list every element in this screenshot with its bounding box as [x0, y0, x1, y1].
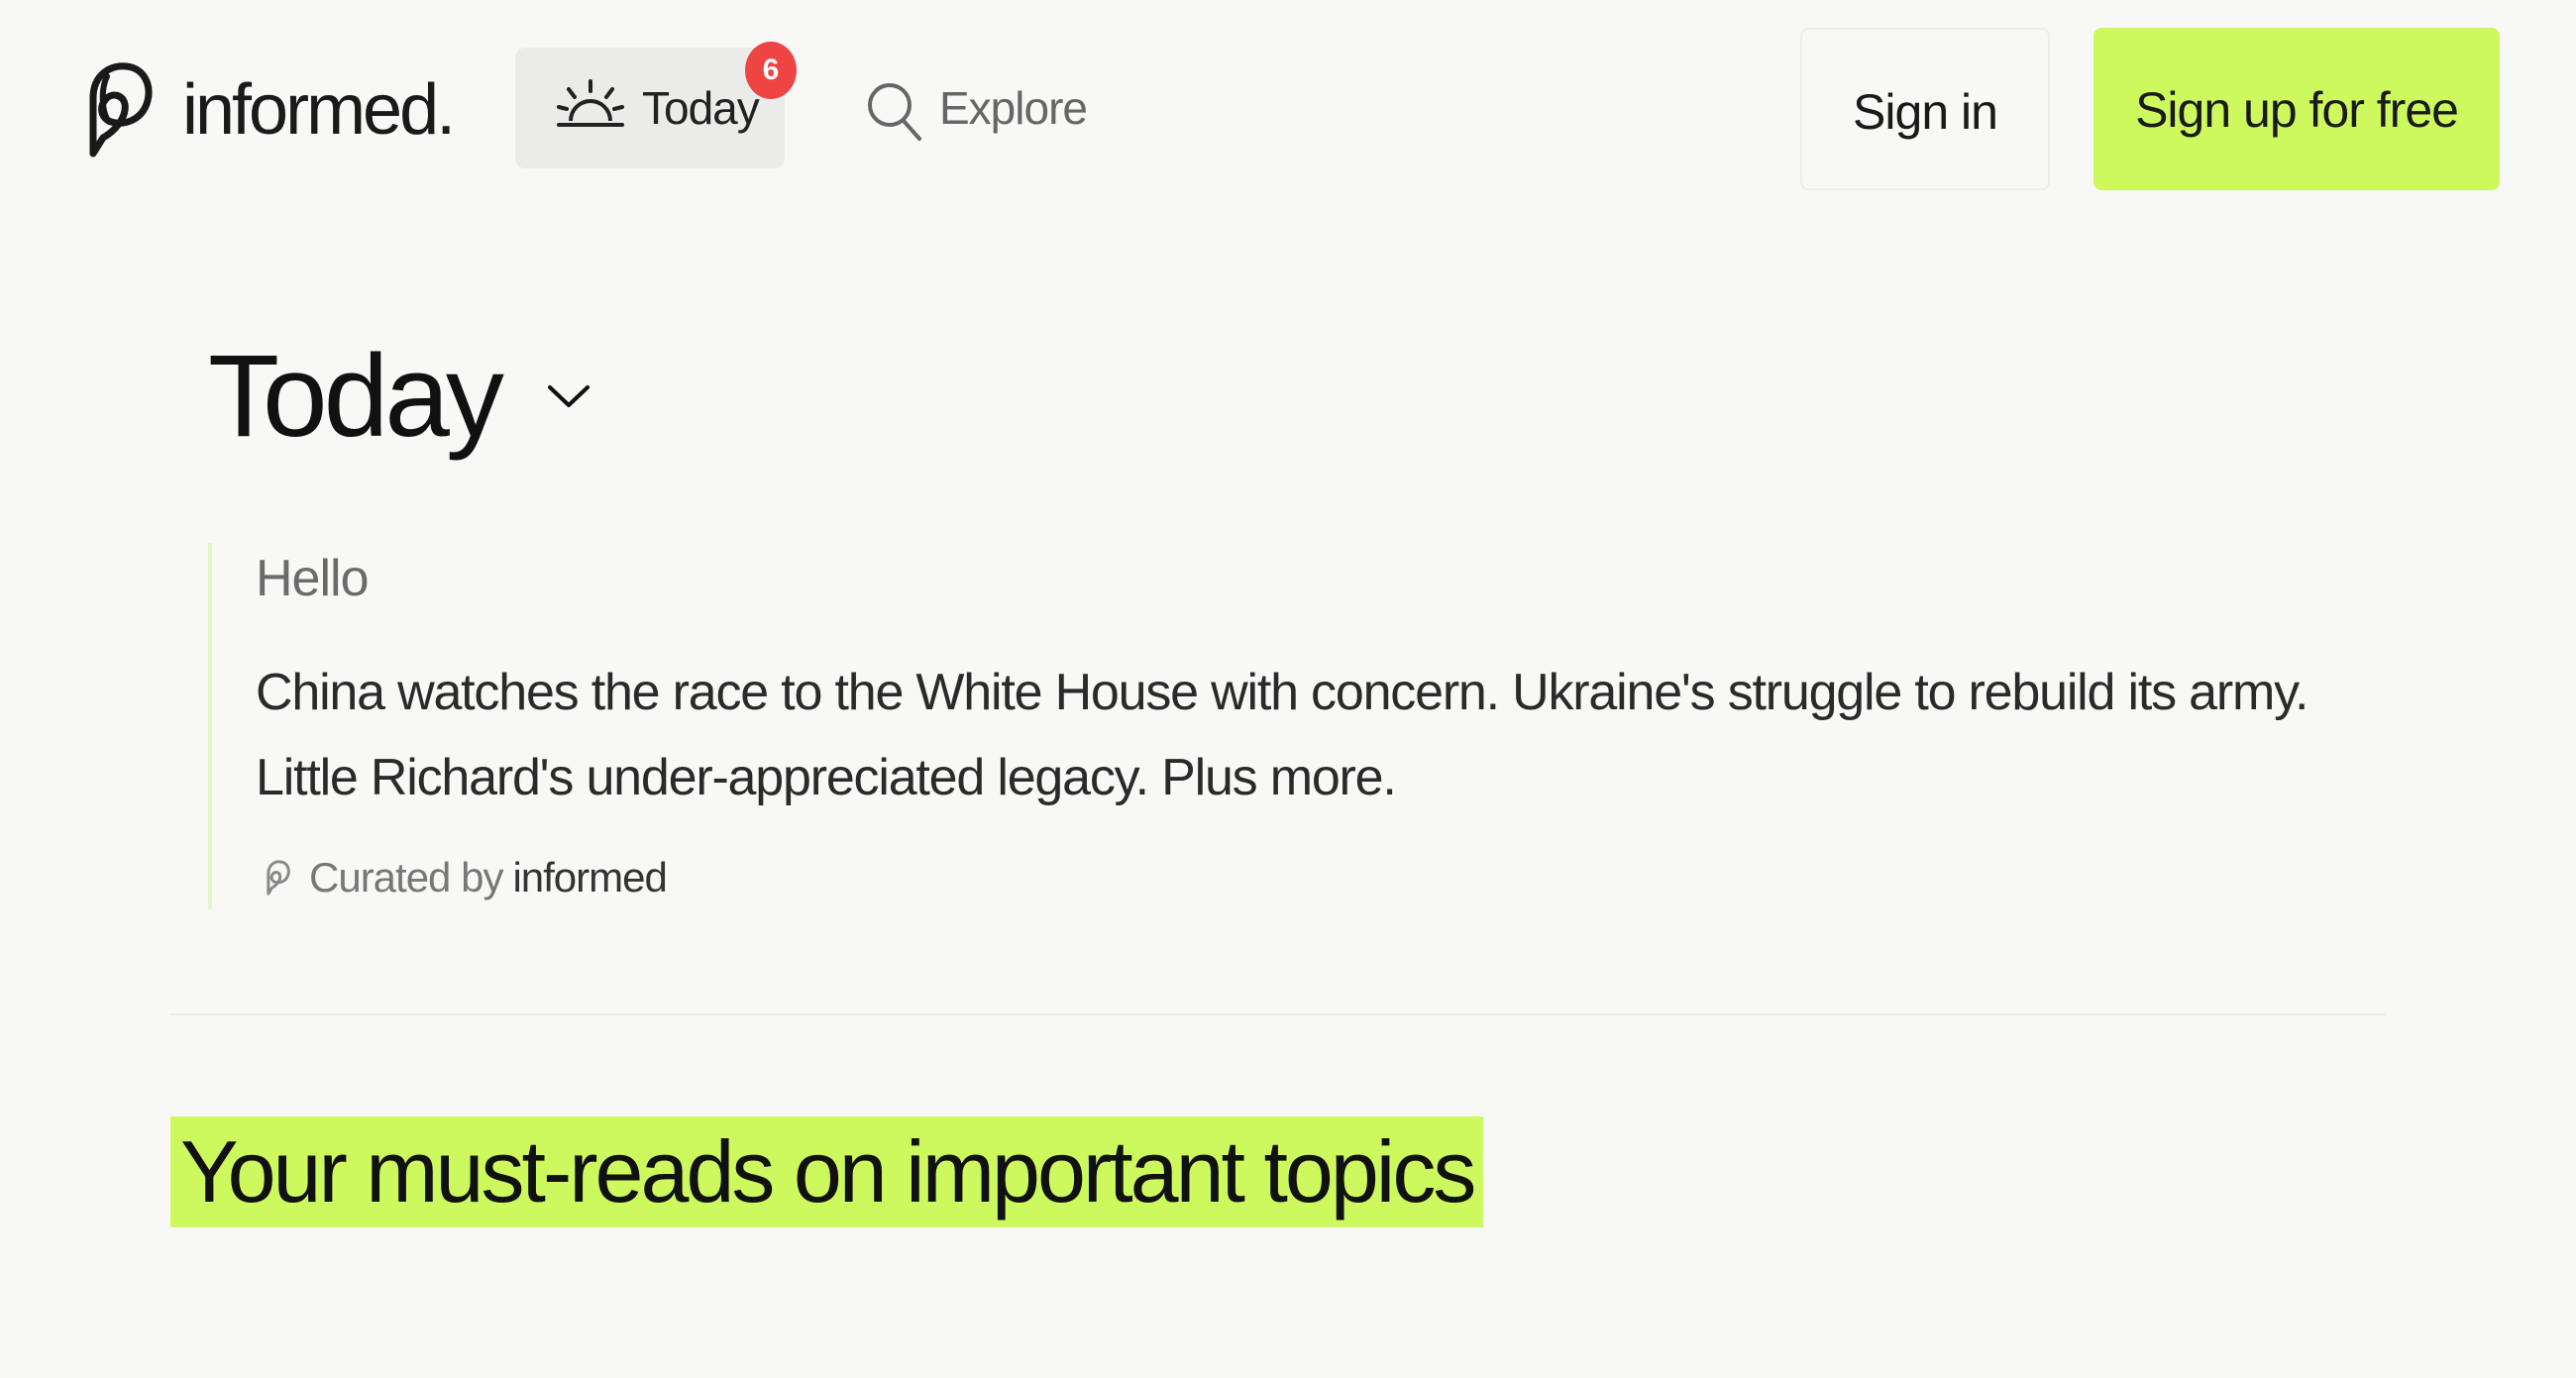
- informed-logo-icon: [89, 62, 153, 158]
- top-nav-bar: informed. Today 6 Explore Sign in Sign u…: [0, 0, 2576, 218]
- chevron-down-icon: [547, 385, 590, 407]
- sign-in-button[interactable]: Sign in: [1800, 28, 2050, 190]
- search-icon: [868, 83, 921, 141]
- daily-digest: Hello China watches the race to the Whit…: [208, 543, 2392, 909]
- curated-by-line: Curated by informed: [264, 848, 668, 907]
- brand-logo-link[interactable]: informed.: [81, 55, 456, 164]
- informed-mini-logo-icon: [267, 860, 290, 896]
- page-title: Today: [208, 331, 504, 462]
- curator-name: informed: [512, 854, 667, 901]
- notification-badge: 6: [745, 42, 797, 99]
- nav-tab-explore[interactable]: Explore: [858, 48, 1096, 168]
- section-heading: Your must-reads on important topics: [170, 1116, 1484, 1227]
- section-divider: [170, 1013, 2386, 1015]
- digest-greeting: Hello: [256, 550, 369, 607]
- sunrise-icon: [557, 79, 624, 127]
- brand-name: informed.: [182, 70, 456, 150]
- nav-tab-today-label: Today: [642, 82, 760, 134]
- page-title-dropdown[interactable]: Today: [208, 327, 591, 466]
- nav-tab-today[interactable]: Today: [515, 48, 785, 168]
- sign-up-button[interactable]: Sign up for free: [2093, 28, 2500, 190]
- nav-tab-explore-label: Explore: [939, 82, 1088, 134]
- digest-summary: China watches the race to the White Hous…: [256, 664, 2308, 806]
- curated-prefix: Curated by: [309, 854, 503, 901]
